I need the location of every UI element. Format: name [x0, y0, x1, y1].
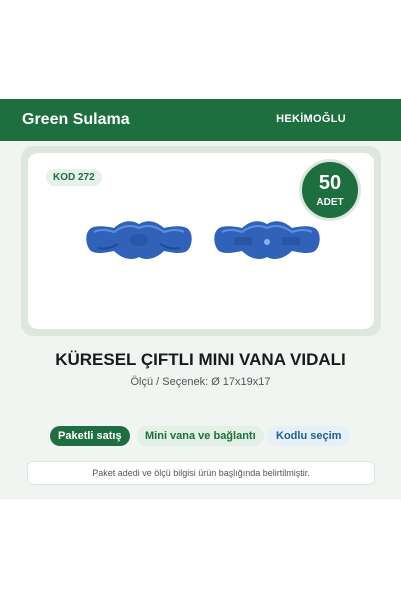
product-code-badge: KOD 272: [46, 169, 102, 186]
tag-coded-selection[interactable]: Kodlu seçim: [268, 426, 350, 446]
info-note: Paket adedi ve ölçü bilgisi ürün başlığı…: [27, 461, 375, 485]
quantity-number: 50: [318, 172, 342, 194]
blue-valve-part-icon: [214, 221, 320, 259]
blue-valve-part-icon: [86, 221, 192, 259]
product-title: KÜRESEL ÇIFTLI MINI VANA VIDALI: [55, 350, 346, 369]
tag-packaged-sale[interactable]: Paketli satış: [50, 426, 130, 446]
header-bar: Green Sulama HEKİMOĞLU: [0, 99, 401, 141]
quantity-unit: ADET: [316, 197, 344, 208]
brand-name[interactable]: Green Sulama: [22, 111, 130, 129]
tag-mini-valve[interactable]: Mini vana ve bağlantı: [137, 426, 264, 446]
maker-name: HEKİMOĞLU: [276, 113, 346, 125]
product-image[interactable]: KOD 272 50 ADET: [28, 153, 374, 329]
quantity-badge: 50 ADET: [299, 159, 361, 221]
product-image-frame: KOD 272 50 ADET: [21, 146, 381, 336]
product-subtitle: Ölçü / Seçenek: Ø 17x19x17: [130, 376, 271, 388]
